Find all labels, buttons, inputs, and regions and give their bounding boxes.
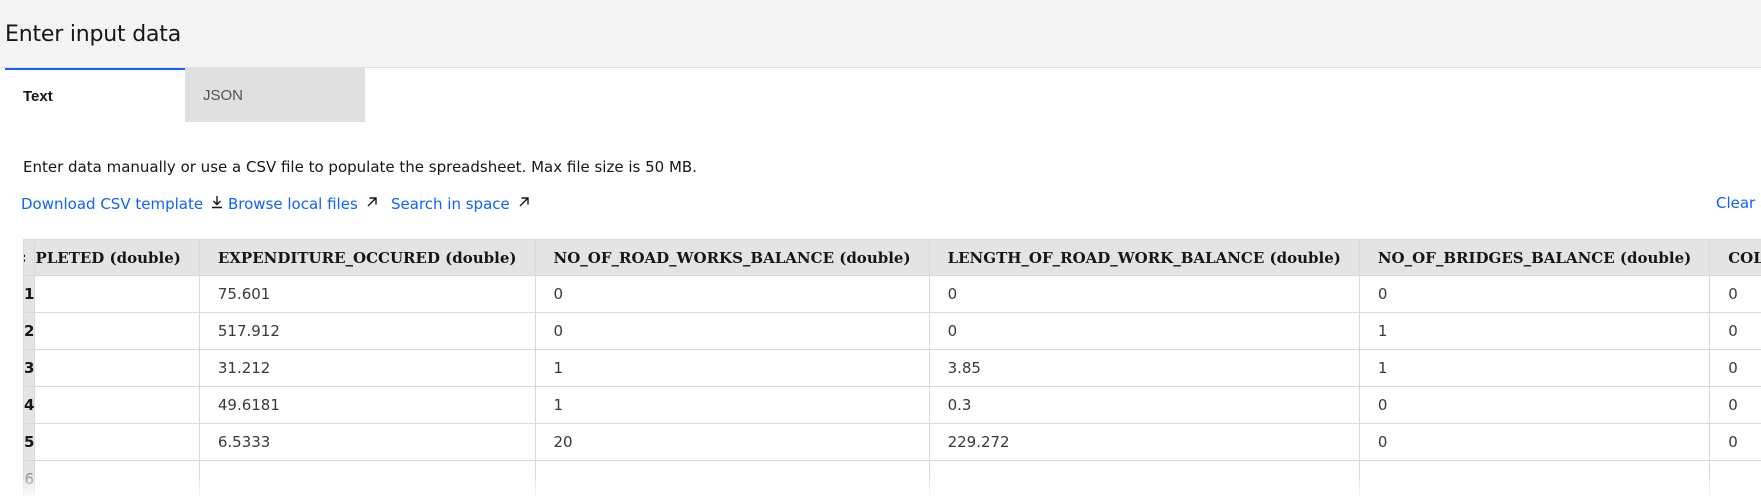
table-cell[interactable]: 0	[928, 275, 1360, 313]
spreadsheet-table: : PLETED (double) EXPENDITURE_OCCURED (d…	[23, 239, 1761, 496]
table-cell[interactable]	[198, 460, 536, 496]
table-cell[interactable]: 3.85	[928, 349, 1360, 387]
row-number[interactable]: 2	[23, 312, 36, 350]
table-cell[interactable]: 1	[534, 386, 930, 424]
browse-local-label: Browse local files	[228, 195, 358, 213]
table-row: 6	[23, 460, 1761, 496]
column-header[interactable]: PLETED (double)	[34, 239, 200, 276]
table-cell[interactable]	[1358, 460, 1711, 496]
table-cell[interactable]: 75.601	[198, 275, 536, 313]
header-row: : PLETED (double) EXPENDITURE_OCCURED (d…	[23, 239, 1761, 276]
table-cell[interactable]: 0	[534, 275, 930, 313]
table-row: 2 517.912 0 0 1 0	[23, 312, 1761, 350]
arrow-up-right-icon	[516, 194, 532, 214]
column-header[interactable]: COLUMN15 (double)	[1709, 239, 1761, 276]
table-row: 3 31.212 1 3.85 1 0	[23, 349, 1761, 387]
table-cell[interactable]: 0	[1358, 423, 1711, 461]
table-cell[interactable]: 517.912	[198, 312, 536, 350]
table-cell[interactable]: 1	[534, 349, 930, 387]
table-cell[interactable]: 0	[1709, 312, 1761, 350]
table-cell[interactable]: 1	[1358, 349, 1711, 387]
instructions-text: Enter data manually or use a CSV file to…	[23, 158, 697, 176]
table-cell[interactable]	[1709, 460, 1761, 496]
table-cell[interactable]	[534, 460, 930, 496]
table-row: 1 75.601 0 0 0 0	[23, 275, 1761, 313]
search-in-space-link[interactable]: Search in space	[391, 194, 532, 214]
row-number[interactable]: 5	[23, 423, 36, 461]
tab-json[interactable]: JSON	[185, 68, 365, 122]
table-cell[interactable]: 0	[1709, 423, 1761, 461]
table-cell[interactable]: 0	[1358, 275, 1711, 313]
table-cell[interactable]: 0	[1709, 386, 1761, 424]
table-cell[interactable]: 0.3	[928, 386, 1360, 424]
column-header[interactable]: LENGTH_OF_ROAD_WORK_BALANCE (double)	[928, 239, 1360, 276]
data-spreadsheet[interactable]: : PLETED (double) EXPENDITURE_OCCURED (d…	[23, 239, 1761, 496]
table-cell[interactable]	[34, 460, 200, 496]
table-cell[interactable]: 0	[1358, 386, 1711, 424]
table-cell[interactable]	[34, 312, 200, 350]
table-cell[interactable]	[928, 460, 1360, 496]
table-cell[interactable]: 1	[1358, 312, 1711, 350]
table-row: 4 49.6181 1 0.3 0 0	[23, 386, 1761, 424]
page-title: Enter input data	[5, 22, 181, 47]
row-number[interactable]: 4	[23, 386, 36, 424]
table-cell[interactable]: 0	[928, 312, 1360, 350]
table-cell[interactable]: 229.272	[928, 423, 1360, 461]
download-icon	[209, 194, 225, 214]
table-cell[interactable]: 31.212	[198, 349, 536, 387]
table-cell[interactable]: 0	[534, 312, 930, 350]
table-cell[interactable]: 0	[1709, 275, 1761, 313]
tab-text[interactable]: Text	[5, 68, 185, 122]
table-cell[interactable]: 20	[534, 423, 930, 461]
table-cell[interactable]	[34, 349, 200, 387]
corner-cell: :	[23, 239, 36, 276]
clear-all-link[interactable]: Clear a	[1716, 194, 1761, 212]
column-header[interactable]: NO_OF_BRIDGES_BALANCE (double)	[1358, 239, 1711, 276]
download-csv-label: Download CSV template	[21, 195, 204, 213]
arrow-up-right-icon	[364, 194, 380, 214]
row-number[interactable]: 6	[23, 460, 36, 496]
table-row: 5 6.5333 20 229.272 0 0	[23, 423, 1761, 461]
search-space-label: Search in space	[391, 195, 510, 213]
row-number[interactable]: 1	[23, 275, 36, 313]
table-cell[interactable]	[34, 275, 200, 313]
table-cell[interactable]: 0	[1709, 349, 1761, 387]
browse-local-files-link[interactable]: Browse local files	[228, 194, 380, 214]
page-header	[0, 0, 1761, 68]
table-cell[interactable]: 6.5333	[198, 423, 536, 461]
table-cell[interactable]: 49.6181	[198, 386, 536, 424]
column-header[interactable]: EXPENDITURE_OCCURED (double)	[198, 239, 536, 276]
table-cell[interactable]	[34, 423, 200, 461]
table-cell[interactable]	[34, 386, 200, 424]
column-header[interactable]: NO_OF_ROAD_WORKS_BALANCE (double)	[534, 239, 930, 276]
row-number[interactable]: 3	[23, 349, 36, 387]
download-csv-template-link[interactable]: Download CSV template	[21, 194, 225, 214]
